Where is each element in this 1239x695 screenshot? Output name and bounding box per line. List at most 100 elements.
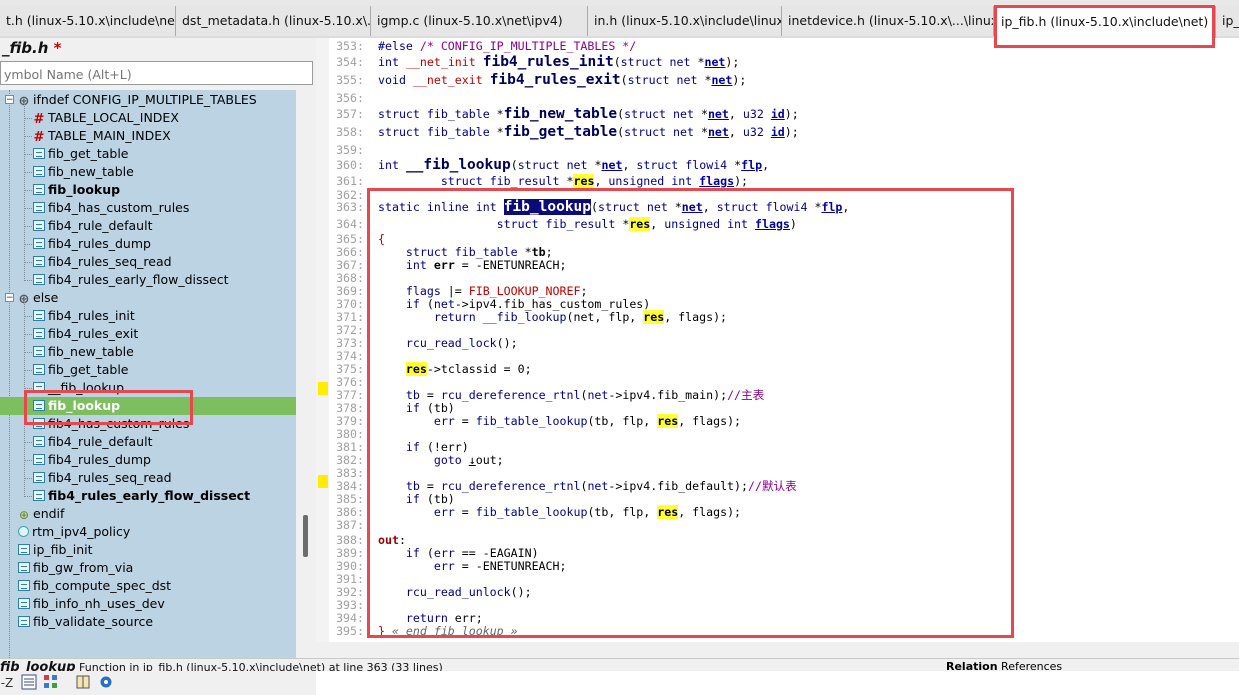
context-status-bar: fib_lookup Function in ip_fib.h (linux-5… [0,658,1239,671]
editor-horizontal-scrollbar[interactable] [316,642,1239,658]
code-line[interactable]: 371: return __fib_lookup(net, flp, res, … [316,310,727,324]
book-icon[interactable] [74,674,92,692]
tree-guide-line [24,172,32,173]
code-line[interactable]: 383: [316,466,378,480]
settings-gear-icon[interactable] [97,674,115,692]
line-number: 384: [336,479,364,493]
code-line[interactable]: 375: res->tclassid = 0; [316,362,532,376]
tree-item-content: fib4_rules_early_flow_dissect [33,271,229,289]
code-line[interactable]: 377: tb = rcu_dereference_rtnl(net->ipv4… [316,388,764,402]
tab[interactable]: in.h (linux-5.10.x\include\linux) [588,6,782,36]
tree-item-label: TABLE_LOCAL_INDEX [48,110,179,125]
code-line[interactable]: 366: struct fib_table *tb; [316,245,552,259]
list-view-icon[interactable] [20,674,38,692]
variable-icon [18,526,29,537]
code-editor[interactable]: 353: #else /* CONFIG_IP_MULTIPLE_TABLES *… [316,38,1239,658]
code-line[interactable]: 379: err = fib_table_lookup(tb, flp, res… [316,414,741,428]
tree-item-label: fib4_rule_default [48,434,153,449]
function-icon [33,346,45,357]
code-line[interactable]: 355: void __net_exit fib4_rules_exit(stru… [316,72,747,88]
code-line[interactable]: 354: int __net_init fib4_rules_init(struc… [316,55,739,70]
code-line[interactable]: 365: { [316,232,385,246]
code-line[interactable]: 382: goto ↓out; [316,453,504,467]
code-line[interactable]: 373: rcu_read_lock(); [316,336,518,350]
line-number: 368: [336,271,364,285]
code-line[interactable]: 357: struct fib_table *fib_new_table(stru… [316,107,799,122]
code-line[interactable]: 360: int __fib_lookup(struct net *net, st… [316,158,769,173]
tree-item-label: ifndef CONFIG_IP_MULTIPLE_TABLES [33,92,257,107]
code-line[interactable]: 364: struct fib_result *res, unsigned in… [316,217,797,231]
sort-az-button[interactable]: -Z [0,674,14,692]
line-number: 386: [336,505,364,519]
tree-item-label: endif [33,506,65,521]
file-modified-mark: * [48,39,62,57]
code-line[interactable]: 381: if (!err) [316,440,469,454]
code-line[interactable]: 369: flags |= FIB_LOOKUP_NOREF; [316,284,587,298]
code-line[interactable]: 389: if (err == -EAGAIN) [316,546,539,560]
collapse-toggle-icon[interactable]: − [5,95,14,105]
scrollbar-thumb[interactable] [303,515,308,557]
code-line[interactable]: 385: if (tb) [316,492,455,506]
code-text: } « end fib_lookup » [378,624,518,638]
function-icon [18,598,30,609]
function-icon [33,418,45,429]
macro-icon: # [33,112,45,127]
code-line[interactable]: 380: [316,427,378,441]
function-icon [33,184,45,195]
code-line[interactable]: 390: err = -ENETUNREACH; [316,559,566,573]
line-number: 385: [336,492,364,506]
code-line[interactable]: 363: static inline int fib_lookup(struct … [316,199,849,215]
code-line[interactable]: 378: if (tb) [316,401,455,415]
code-line[interactable]: 374: [316,349,378,363]
code-line[interactable]: 361: struct fib_result *res, unsigned in… [316,174,748,188]
function-icon [33,382,45,393]
tree-guide-line [24,280,32,281]
tree-guide-line [24,460,32,461]
code-line[interactable]: 392: rcu_read_unlock(); [316,585,532,599]
code-line[interactable]: 359: [316,143,378,157]
tab[interactable]: t.h (linux-5.10.x\include\net) [0,6,176,36]
code-line[interactable]: 367: int err = -ENETUNREACH; [316,258,566,272]
tree-guide-line [24,316,32,317]
symbol-panel: _fib.h * ⊕ifndef CONFIG_IP_MULTIPLE_TABL… [0,38,316,695]
tree-item-content: fib_compute_spec_dst [18,577,171,595]
code-line[interactable]: 372: [316,323,378,337]
code-text: err = -ENETUNREACH; [433,559,567,573]
code-line[interactable]: 386: err = fib_table_lookup(tb, flp, res… [316,505,741,519]
code-line[interactable]: 388: out: [316,533,406,547]
tree-view-icon[interactable] [42,674,60,692]
function-icon [33,238,45,249]
code-text: out: [378,533,406,547]
code-line[interactable]: 393: [316,598,378,612]
code-line[interactable]: 376: [316,375,378,389]
tab[interactable]: dst_metadata.h (linux-5.10.x\...\net) [176,6,371,36]
symbol-search-input[interactable] [0,61,313,85]
code-line[interactable]: 395:} « end fib_lookup » [316,624,518,638]
code-line[interactable]: 391: [316,572,378,586]
line-number: 392: [336,585,364,599]
code-text: if (!err) [405,440,469,454]
code-line[interactable]: 353: #else /* CONFIG_IP_MULTIPLE_TABLES *… [316,39,636,53]
tab-label: t.h (linux-5.10.x\include\net) [6,13,176,28]
collapse-toggle-icon[interactable]: − [5,293,14,303]
code-text: tb = rcu_dereference_rtnl(net->ipv4.fib_… [405,388,765,402]
tab-active[interactable]: ip_fib.h (linux-5.10.x\include\net) *× [994,6,1216,38]
symbol-tree-scrollbar[interactable] [296,90,316,668]
context-info: fib_lookup Function in ip_fib.h (linux-5… [0,660,443,671]
code-text: void __net_exit fib4_rules_exit(struct n… [378,72,747,88]
code-line[interactable]: 394: return err; [316,611,483,625]
tree-item[interactable]: fib_lookup [0,397,296,415]
code-line[interactable]: 368: [316,271,378,285]
code-line[interactable]: 358: struct fib_table *fib_get_table(stru… [316,125,799,140]
tab[interactable]: inetdevice.h (linux-5.10.x\...\linux) [782,6,994,36]
symbol-panel-toolbar: -Z [0,670,316,695]
tree-item-label: fib4_rules_seq_read [48,470,172,485]
code-line[interactable]: 356: [316,91,378,105]
tab[interactable]: igmp.c (linux-5.10.x\net\ipv4) [371,6,588,36]
code-line[interactable]: 384: tb = rcu_dereference_rtnl(net->ipv4… [316,479,797,493]
tree-item-label: fib_new_table [48,164,134,179]
tab[interactable]: ip_ [1216,6,1239,36]
code-text: return __fib_lookup(net, flp, res, flags… [433,310,728,324]
code-line[interactable]: 370: if (net->ipv4.fib_has_custom_rules) [316,297,650,311]
code-line[interactable]: 387: [316,518,378,532]
